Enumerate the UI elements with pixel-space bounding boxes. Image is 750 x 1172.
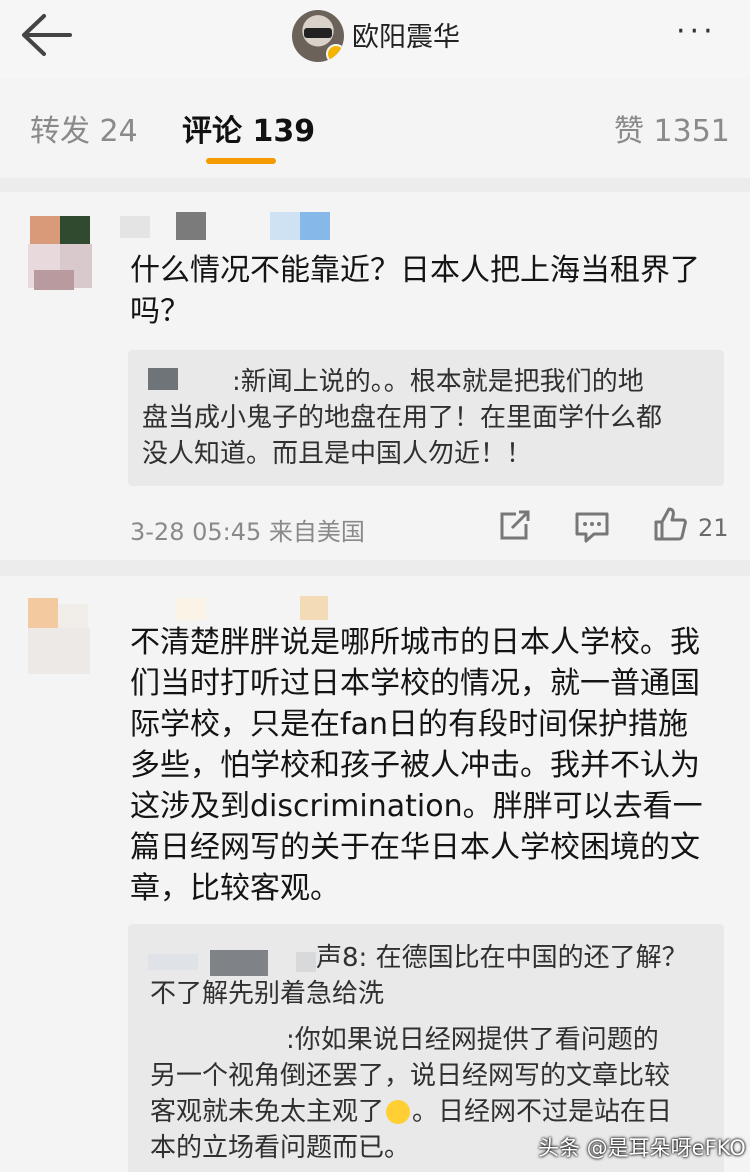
reply-username-blurred xyxy=(210,950,268,976)
avatar[interactable] xyxy=(28,594,94,678)
reply-box[interactable]: :新闻上说的。。根本就是把我们的地 盘当成小鬼子的地盘在用了！在里面学什么都 没… xyxy=(128,350,724,486)
reply-line: :你如果说日经网提供了看问题的 xyxy=(286,1025,659,1055)
divider xyxy=(0,560,750,576)
comment-line: 篇日经网写的关于在华日本人学校困境的文 xyxy=(130,830,700,865)
author-name[interactable]: 欧阳震华 xyxy=(352,15,460,54)
reply-line: :新闻上说的。。根本就是把我们的地 xyxy=(232,367,644,397)
more-dots-icon[interactable]: ··· xyxy=(676,17,732,47)
username-blurred[interactable] xyxy=(176,598,206,620)
username-blurred xyxy=(270,212,300,240)
author-avatar[interactable] xyxy=(292,10,344,62)
comment-item: 不清楚胖胖说是哪所城市的日本人学校。我 们当时打听过日本学校的情况，就一普通国 … xyxy=(0,576,750,1172)
comment-line: 吗？ xyxy=(130,294,190,329)
verified-badge-icon xyxy=(326,44,344,62)
reply-line: 客观就未免太主观了 。日经网不过是站在日 xyxy=(150,1097,673,1127)
comment-text: 不清楚胖胖说是哪所城市的日本人学校。我 们当时打听过日本学校的情况，就一普通国 … xyxy=(130,622,730,909)
source: 来自美国 xyxy=(268,518,365,546)
reply-text: :新闻上说的。。根本就是把我们的地 xyxy=(232,364,644,400)
comment-line: 章，比较客观。 xyxy=(130,871,340,906)
comment-line: 们当时打听过日本学校的情况，就一普通国 xyxy=(130,666,700,701)
thumbs-up-icon[interactable] xyxy=(650,504,690,544)
top-bar: 欧阳震华 ··· xyxy=(0,0,750,78)
tab-bar: 转发 24 评论 139 赞 1351 xyxy=(0,78,750,178)
comment-line: 不清楚胖胖说是哪所城市的日本人学校。我 xyxy=(130,625,700,660)
tab-comments[interactable]: 评论 139 xyxy=(182,106,315,150)
comment-icon[interactable] xyxy=(572,506,612,546)
username-blurred[interactable] xyxy=(120,216,150,238)
comment-meta: 3-28 05:45 来自美国 xyxy=(130,512,365,547)
avatar[interactable] xyxy=(28,210,94,294)
active-tab-indicator xyxy=(206,158,276,164)
back-arrow-icon[interactable] xyxy=(18,12,74,58)
reply-username-blurred xyxy=(148,954,198,970)
tab-likes[interactable]: 赞 1351 xyxy=(614,106,730,150)
reply-line: 不了解先别着急给洗 xyxy=(150,979,385,1009)
reply-text: 盘当成小鬼子的地盘在用了！在里面学什么都 没人知道。而且是中国人勿近！！ xyxy=(142,400,662,472)
divider xyxy=(0,178,750,192)
comment-line: 多些，怕学校和孩子被人冲击。我并不认为 xyxy=(130,748,700,783)
reply-text: :你如果说日经网提供了看问题的 xyxy=(286,1022,659,1058)
reply-text: 不了解先别着急给洗 xyxy=(150,976,384,1012)
reply-line: 盘当成小鬼子的地盘在用了！在里面学什么都 xyxy=(142,403,663,433)
reply-line: 另一个视角倒还罢了，说日经网写的文章比较 xyxy=(150,1061,671,1091)
reply-line: 没人知道。而且是中国人勿近！！ xyxy=(142,439,533,469)
comment-line: 什么情况不能靠近？日本人把上海当租界了 xyxy=(130,253,700,288)
username-blurred xyxy=(300,212,330,240)
comment-line: 这涉及到discrimination。胖胖可以去看一 xyxy=(130,789,703,824)
watermark: 头条 @是耳朵呀eFKO xyxy=(538,1136,746,1160)
comment-line: 际学校，只是在fan日的有段时间保护措施 xyxy=(130,707,688,742)
username-blurred xyxy=(176,212,206,240)
timestamp: 3-28 05:45 xyxy=(130,518,262,546)
comment-item: 什么情况不能靠近？日本人把上海当租界了 吗？ :新闻上说的。。根本就是把我们的地… xyxy=(0,192,750,560)
reply-text: 声8: 在德国比在中国的还了解？ xyxy=(316,940,688,976)
tab-repost[interactable]: 转发 24 xyxy=(30,106,138,150)
laughing-emoji-icon xyxy=(386,1100,411,1124)
comment-text: 什么情况不能靠近？日本人把上海当租界了 吗？ xyxy=(130,250,730,332)
like-count: 21 xyxy=(698,514,729,542)
reply-username-blurred xyxy=(296,952,316,972)
reply-username-blurred xyxy=(148,368,178,390)
share-icon[interactable] xyxy=(494,506,534,546)
username-blurred xyxy=(300,596,328,620)
reply-line: 声8: 在德国比在中国的还了解？ xyxy=(316,943,688,973)
